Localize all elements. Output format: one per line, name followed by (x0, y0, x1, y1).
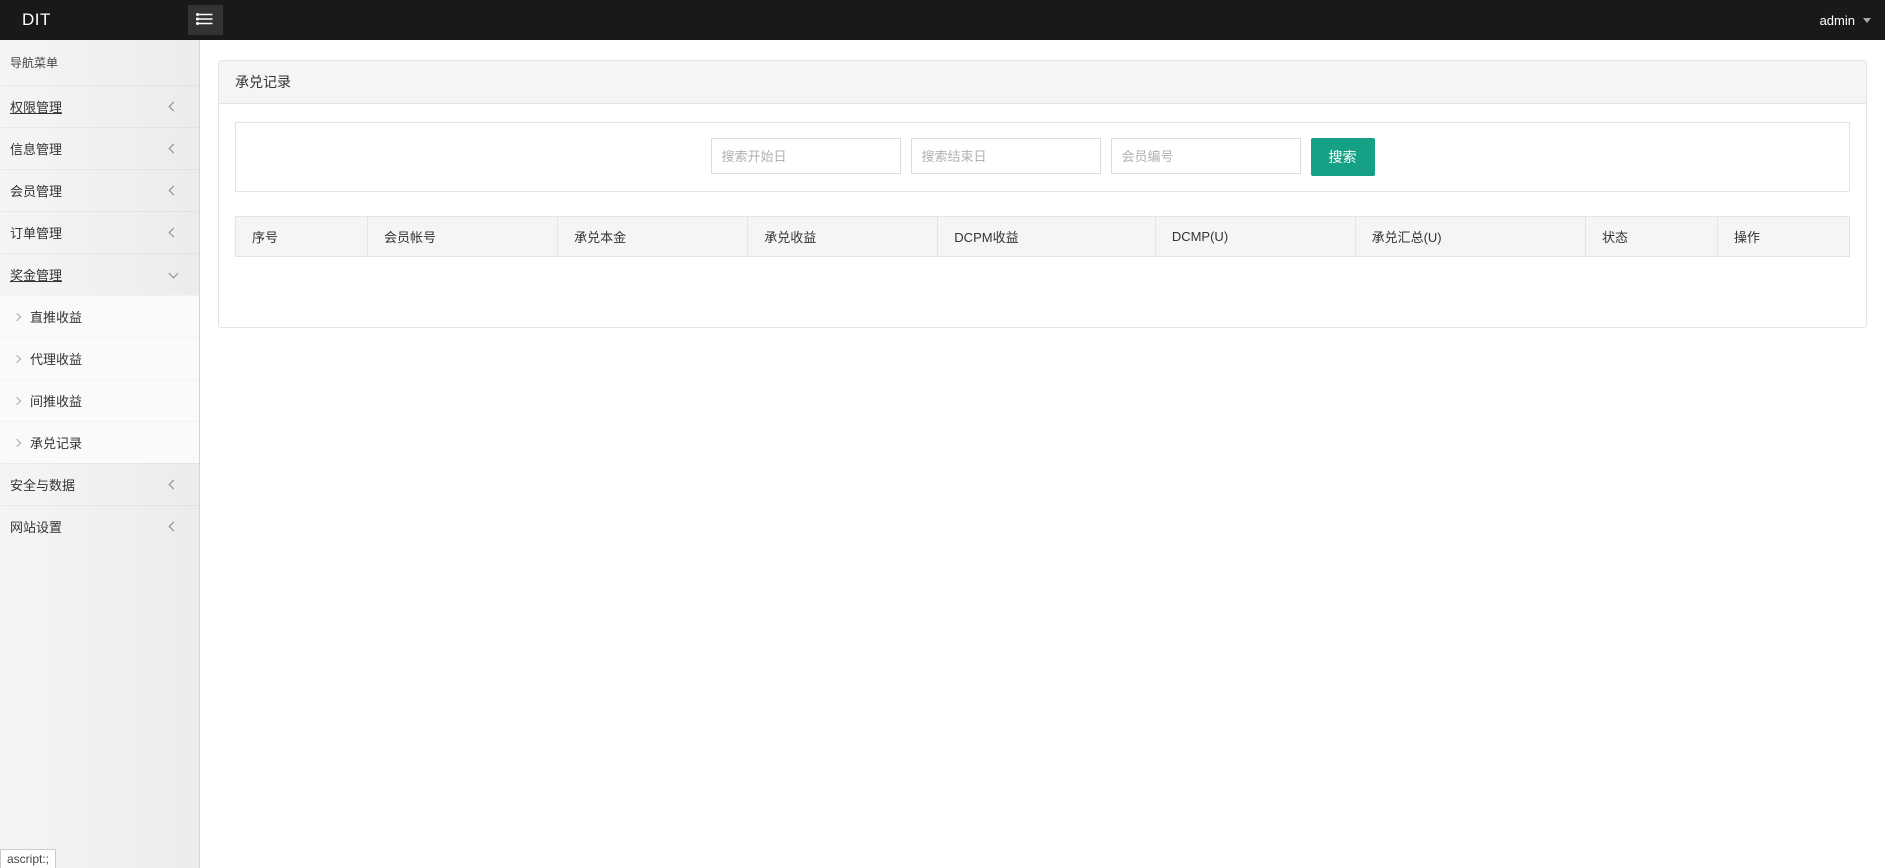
search-button[interactable]: 搜索 (1311, 138, 1375, 176)
chevron-left-icon (169, 480, 179, 490)
chevron-down-icon (169, 268, 179, 278)
col-index: 序号 (236, 217, 368, 257)
table-header-row: 序号 会员帐号 承兑本金 承兑收益 DCPM收益 DCMP(U) 承兑汇总(U)… (236, 217, 1850, 257)
chevron-right-icon (13, 312, 21, 320)
nav-item-bonus[interactable]: 奖金管理 (0, 253, 199, 295)
caret-down-icon (1863, 18, 1871, 23)
sidebar: 导航菜单 权限管理 信息管理 会员管理 订单管理 奖金管理 直推收益 代理收益 (0, 40, 200, 868)
nav-item-order[interactable]: 订单管理 (0, 211, 199, 253)
user-label: admin (1820, 13, 1855, 28)
panel-body: 搜索 序号 会员帐号 承兑本金 承兑收益 DCPM收益 DCMP(U) 承兑汇总… (219, 104, 1866, 327)
chevron-left-icon (169, 144, 179, 154)
col-action: 操作 (1717, 217, 1849, 257)
nav-label: 权限管理 (10, 97, 62, 116)
chevron-left-icon (169, 228, 179, 238)
sub-item-acceptance-record[interactable]: 承兑记录 (0, 421, 199, 463)
col-summary-u: 承兑汇总(U) (1355, 217, 1585, 257)
panel-title: 承兑记录 (219, 61, 1866, 104)
col-income: 承兑收益 (748, 217, 938, 257)
nav-label: 安全与数据 (10, 475, 75, 494)
status-bar: ascript:; (0, 849, 56, 868)
sub-item-indirect-income[interactable]: 间推收益 (0, 379, 199, 421)
nav-item-info[interactable]: 信息管理 (0, 127, 199, 169)
chevron-left-icon (169, 186, 179, 196)
sub-label: 直推收益 (30, 307, 82, 326)
nav-item-member[interactable]: 会员管理 (0, 169, 199, 211)
panel: 承兑记录 搜索 序号 会员帐号 承兑本金 承兑收益 DCP (218, 60, 1867, 328)
sub-label: 代理收益 (30, 349, 82, 368)
search-row: 搜索 (235, 122, 1850, 192)
chevron-right-icon (13, 438, 21, 446)
col-account: 会员帐号 (367, 217, 557, 257)
col-dcpm-income: DCPM收益 (938, 217, 1156, 257)
nav-label: 奖金管理 (10, 265, 62, 284)
search-start-date-input[interactable] (711, 138, 901, 174)
data-table: 序号 会员帐号 承兑本金 承兑收益 DCPM收益 DCMP(U) 承兑汇总(U)… (235, 216, 1850, 257)
top-bar: DIT admin (0, 0, 1885, 40)
main-content: 承兑记录 搜索 序号 会员帐号 承兑本金 承兑收益 DCP (200, 40, 1885, 868)
sub-item-direct-income[interactable]: 直推收益 (0, 295, 199, 337)
nav-label: 网站设置 (10, 517, 62, 536)
menu-icon (196, 12, 214, 29)
chevron-left-icon (169, 522, 179, 532)
col-principal: 承兑本金 (558, 217, 748, 257)
chevron-right-icon (13, 354, 21, 362)
sub-label: 承兑记录 (30, 433, 82, 452)
sub-item-agent-income[interactable]: 代理收益 (0, 337, 199, 379)
nav-item-site-settings[interactable]: 网站设置 (0, 505, 199, 547)
chevron-left-icon (169, 102, 179, 112)
nav-item-security[interactable]: 安全与数据 (0, 463, 199, 505)
brand-title: DIT (0, 10, 73, 30)
col-status: 状态 (1586, 217, 1718, 257)
search-end-date-input[interactable] (911, 138, 1101, 174)
nav-item-permission[interactable]: 权限管理 (0, 85, 199, 127)
col-dcmp-u: DCMP(U) (1155, 217, 1355, 257)
chevron-right-icon (13, 396, 21, 404)
sub-label: 间推收益 (30, 391, 82, 410)
sidebar-toggle-button[interactable] (188, 5, 223, 35)
user-menu[interactable]: admin (1806, 13, 1885, 28)
sidebar-header: 导航菜单 (0, 40, 199, 85)
nav-label: 信息管理 (10, 139, 62, 158)
nav-label: 订单管理 (10, 223, 62, 242)
search-member-input[interactable] (1111, 138, 1301, 174)
nav-label: 会员管理 (10, 181, 62, 200)
